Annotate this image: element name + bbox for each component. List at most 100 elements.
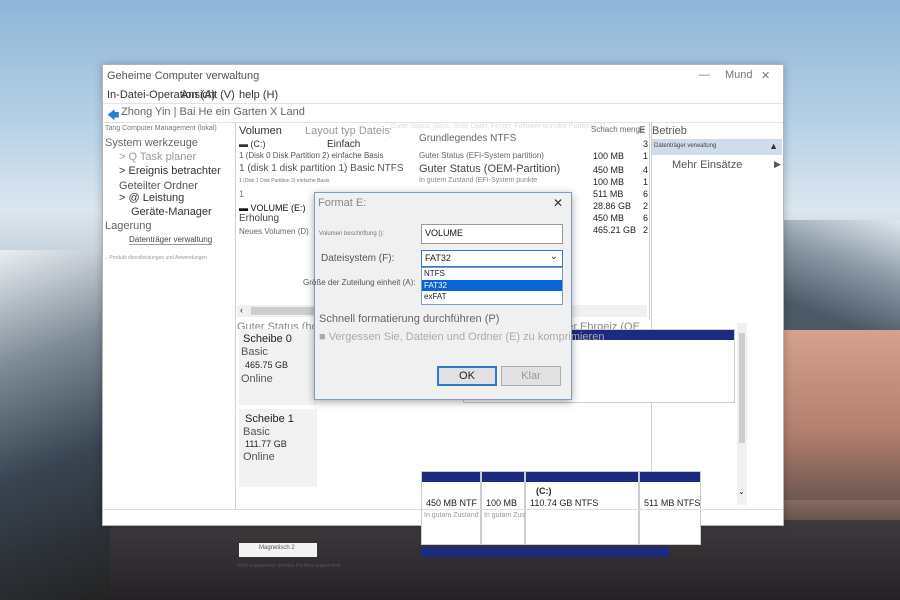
navigation-tree: Tang Computer Management (lokal) System … bbox=[103, 123, 236, 509]
disk-1-partition-c[interactable]: (C:) 110.74 GB NTFS bbox=[525, 471, 639, 545]
ok-button-label: OK bbox=[459, 370, 475, 382]
label-file-system: Dateisystem (F): bbox=[321, 253, 395, 264]
row-5-name[interactable]: ▬ VOLUME (E:) bbox=[239, 203, 306, 213]
tree-root[interactable]: Tang Computer Management (lokal) bbox=[105, 125, 217, 132]
title-bar: Geheime Computer verwaltung — Mund ✕ bbox=[103, 65, 783, 87]
scroll-down-icon[interactable]: ⌄ bbox=[738, 487, 745, 496]
row-1-status: Guter Status (EFI-System partition) bbox=[419, 151, 544, 160]
disk-0-label[interactable]: Scheibe 0 Basic 465.75 GB Online bbox=[239, 329, 317, 405]
disk-2-label[interactable]: Magnetisch 2 bbox=[239, 543, 317, 557]
disk-0-size: 465.75 GB bbox=[245, 360, 289, 370]
row-6-name[interactable]: Erholung bbox=[239, 213, 279, 224]
tree-performance[interactable]: > @ Leistung bbox=[119, 192, 184, 204]
col-free[interactable]: E bbox=[639, 125, 646, 136]
partition-bar bbox=[482, 472, 524, 482]
row-5-size: 28.86 GB bbox=[593, 201, 632, 211]
format-dialog: Format E: ✕ Volumen beschriftung (): VOL… bbox=[303, 192, 604, 400]
triangle-up-icon[interactable]: ▲ bbox=[769, 141, 778, 151]
label-volume: Volumen beschriftung (): bbox=[319, 231, 385, 237]
scrollbar-thumb[interactable] bbox=[739, 333, 745, 443]
tree-shared-folders[interactable]: Geteilter Ordner bbox=[119, 180, 198, 192]
cancel-button-label: Klar bbox=[521, 370, 541, 382]
close-icon[interactable]: ✕ bbox=[553, 196, 563, 210]
disk-0-status: Online bbox=[241, 373, 273, 385]
fs-option-fat32-label: FAT32 bbox=[424, 281, 447, 290]
disk-1-partition-1[interactable]: 450 MB NTF In gutam Zustand bbox=[421, 471, 481, 545]
partition-c-size: 110.74 GB NTFS bbox=[530, 498, 599, 508]
row-6-size: 450 MB bbox=[593, 213, 625, 223]
chevron-down-icon[interactable]: ⌄ bbox=[550, 251, 558, 262]
wallpaper-mountain-right bbox=[775, 220, 900, 330]
row-2-size: 450 MB bbox=[593, 165, 625, 175]
row-3-free: 1 bbox=[643, 177, 649, 187]
row-5-free: 2 bbox=[643, 201, 649, 211]
volume-label-input[interactable]: VOLUME bbox=[421, 224, 563, 244]
row-c-name[interactable]: ▬ (C:) bbox=[239, 139, 266, 149]
disk-0-name: Scheibe 0 bbox=[243, 333, 292, 345]
row-4-name[interactable]: 1 bbox=[239, 189, 244, 199]
row-1-name[interactable]: 1 (Disk 0 Disk Partition 2) einfache Bas… bbox=[239, 151, 384, 160]
partition-bar bbox=[526, 472, 638, 482]
file-system-options: NTFS FAT32 exFAT bbox=[421, 267, 563, 305]
tree-disk-management[interactable]: Datenträger verwaltung bbox=[129, 235, 213, 245]
compress-checkbox[interactable]: ■ Vergessen Sie, Dateien und Ordner (E) … bbox=[319, 331, 604, 343]
actions-title: Betrieb bbox=[652, 125, 687, 137]
tree-device-manager[interactable]: Geräte-Manager bbox=[131, 206, 212, 218]
close-icon[interactable]: ✕ bbox=[761, 69, 770, 82]
tree-task-scheduler[interactable]: > Q Task planer bbox=[119, 151, 196, 163]
disk-1-partition-4[interactable]: 511 MB NTFS bbox=[639, 471, 701, 545]
partition-c-label: (C:) bbox=[536, 486, 552, 496]
tree-services[interactable]: → Produkt dienstleistungen und Anwendung… bbox=[103, 255, 207, 261]
disk-1-partition-2[interactable]: 100 MB In gutam Zustand bbox=[481, 471, 538, 545]
window-title-right: Mund bbox=[725, 69, 753, 81]
row-7-size: 465.21 GB bbox=[593, 225, 637, 235]
tree-event-viewer[interactable]: > Ereignis betrachter bbox=[119, 165, 221, 177]
row-3-name[interactable]: 1 (Disk 1 Disk Partition 2) einfache Bas… bbox=[239, 178, 329, 184]
compress-label: Vergessen Sie, Dateien und Ordner (E) zu… bbox=[328, 331, 605, 343]
menu-view[interactable]: Ansicht (V) bbox=[181, 89, 235, 101]
more-actions-label: Mehr Einsätze bbox=[672, 159, 743, 171]
quick-format-checkbox[interactable]: Schnell formatierung durchführen (P) bbox=[319, 313, 499, 325]
row-6-free: 6 bbox=[643, 213, 649, 223]
disk-1-size: 111.77 GB bbox=[245, 439, 287, 449]
fs-option-ntfs-label: NTFS bbox=[424, 269, 445, 278]
col-volume[interactable]: Volumen bbox=[239, 125, 282, 137]
file-system-select[interactable]: FAT32 ⌄ bbox=[421, 250, 563, 267]
status-bar bbox=[103, 509, 783, 524]
fs-option-fat32[interactable]: FAT32 bbox=[422, 280, 562, 291]
row-3-status: In gutem Zustand (EFI-System punkte bbox=[419, 177, 538, 184]
toolbar: 🡄 Zhong Yin | Bai He ein Garten X Land bbox=[103, 103, 783, 123]
window-title: Geheime Computer verwaltung bbox=[107, 70, 260, 82]
col-capacity[interactable]: Schach menge bbox=[591, 125, 644, 134]
row-2-name[interactable]: 1 (disk 1 disk partition 1) Basic NTFS bbox=[239, 163, 404, 174]
minimize-icon[interactable]: — bbox=[699, 69, 710, 81]
toolbar-breadcrumb: Zhong Yin | Bai He ein Garten X Land bbox=[121, 106, 305, 118]
vertical-scrollbar[interactable]: ⌄ bbox=[737, 323, 747, 505]
cancel-button[interactable]: Klar bbox=[501, 366, 561, 386]
dialog-body: Volumen beschriftung (): VOLUME Dateisys… bbox=[303, 215, 604, 399]
row-5-label: VOLUME (E:) bbox=[250, 203, 306, 213]
ok-button[interactable]: OK bbox=[437, 366, 497, 386]
row-1-free: 1 bbox=[643, 151, 649, 161]
partition-bar bbox=[422, 472, 480, 482]
disk-1-label[interactable]: Scheibe 1 Basic 111.77 GB Online bbox=[239, 409, 317, 487]
row-7-name[interactable]: Neues Volumen (D) bbox=[239, 227, 309, 236]
actions-section-disk-management[interactable]: Datenträger verwaltung ▲ bbox=[652, 139, 782, 155]
tree-storage[interactable]: Lagerung bbox=[105, 220, 152, 232]
row-0-free: 3 bbox=[643, 139, 649, 149]
row-3-size: 100 MB bbox=[593, 177, 625, 187]
fs-option-exfat[interactable]: exFAT bbox=[422, 291, 562, 303]
disk-legend: Nicht zugewiesen primäre Partition zugeo… bbox=[237, 563, 341, 569]
menu-help[interactable]: help (H) bbox=[239, 89, 278, 101]
scroll-left-icon[interactable]: ‹ bbox=[240, 305, 243, 315]
fs-option-ntfs[interactable]: NTFS bbox=[422, 268, 562, 280]
tree-system-tools[interactable]: System werkzeuge bbox=[105, 137, 198, 149]
triangle-right-icon: ▶ bbox=[774, 159, 781, 169]
disk-1-type: Basic bbox=[243, 426, 270, 438]
more-actions[interactable]: Mehr Einsätze ▶ bbox=[672, 159, 781, 171]
fs-option-exfat-label: exFAT bbox=[424, 292, 447, 301]
disk-2-partition[interactable] bbox=[421, 547, 669, 557]
row-4-size: 511 MB bbox=[593, 189, 624, 199]
actions-pane: Betrieb Datenträger verwaltung ▲ Mehr Ei… bbox=[651, 123, 782, 509]
row-2-free: 4 bbox=[643, 165, 649, 175]
